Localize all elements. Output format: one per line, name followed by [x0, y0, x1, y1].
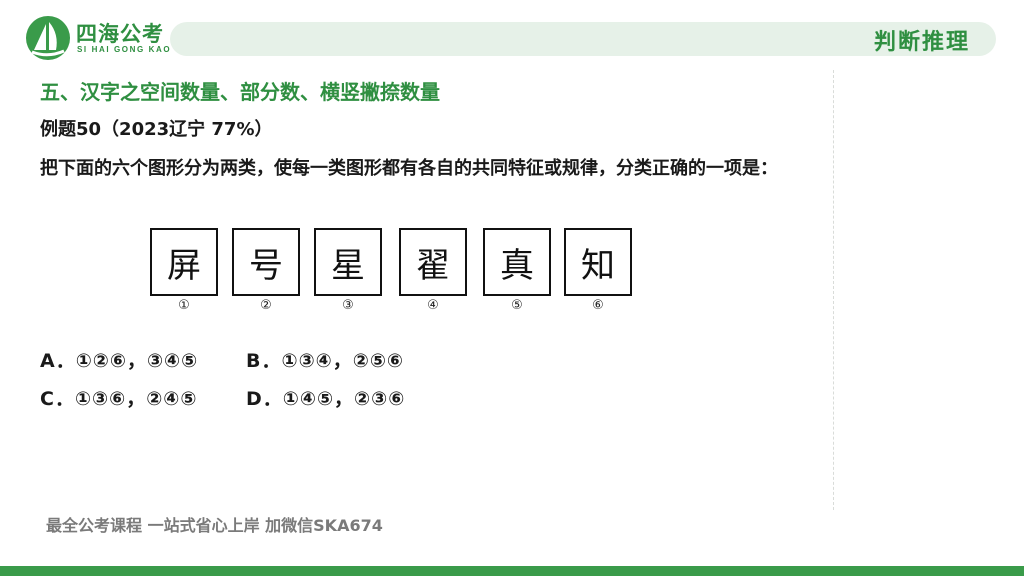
section-tag: 判断推理	[873, 30, 970, 55]
option-d[interactable]: D．①④⑤，②③⑥	[246, 384, 405, 411]
figure-box-4: 翟	[399, 228, 467, 296]
figure-box-3: 星	[314, 228, 382, 296]
sail-icon	[26, 16, 70, 60]
figure-number-4: ④	[427, 298, 439, 313]
vertical-divider	[833, 70, 834, 510]
brand-subtitle: SI HAI GONG KAO	[77, 45, 172, 54]
figure-box-2: 号	[232, 228, 300, 296]
brand-name: 四海公考	[76, 22, 164, 46]
topic-heading: 五、汉字之空间数量、部分数、横竖撇捺数量	[40, 80, 440, 104]
question-label: 例题50（2023辽宁 77%）	[40, 119, 273, 140]
footer-note: 最全公考课程 一站式省心上岸 加微信SKA674	[46, 516, 383, 535]
question-text: 把下面的六个图形分为两类，使每一类图形都有各自的共同特征或规律，分类正确的一项是…	[40, 158, 778, 179]
figure-number-3: ③	[342, 298, 354, 313]
option-b[interactable]: B．①③④，②⑤⑥	[246, 346, 404, 373]
header-bar	[170, 22, 996, 56]
figure-box-1: 屏	[150, 228, 218, 296]
option-a[interactable]: A．①②⑥，③④⑤	[40, 346, 198, 373]
figure-box-5: 真	[483, 228, 551, 296]
figure-box-6: 知	[564, 228, 632, 296]
option-c[interactable]: C．①③⑥，②④⑤	[40, 384, 197, 411]
figure-number-1: ①	[178, 298, 190, 313]
brand-logo: 四海公考 SI HAI GONG KAO	[26, 16, 176, 60]
figure-strip: 屏 ① 号 ② 星 ③ 翟 ④ 真 ⑤ 知 ⑥	[142, 222, 636, 318]
bottom-accent-bar	[0, 566, 1024, 576]
figure-number-5: ⑤	[511, 298, 523, 313]
figure-number-2: ②	[260, 298, 272, 313]
figure-number-6: ⑥	[592, 298, 604, 313]
